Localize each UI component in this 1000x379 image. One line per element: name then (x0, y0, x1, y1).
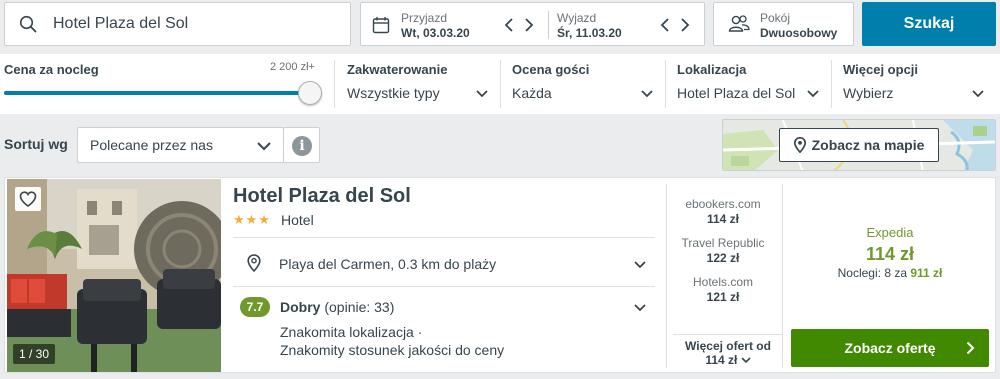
view-deal-button[interactable]: Zobacz ofertę (791, 329, 989, 367)
filter-divider (500, 60, 501, 108)
room-value: Dwuosobowy (760, 26, 838, 40)
chevron-down-icon[interactable] (634, 261, 646, 269)
date-picker[interactable]: Przyjazd Wt, 03.03.20 Wyjazd Śr, 11.03.2… (360, 2, 705, 46)
deal-price: 114 zł (706, 212, 740, 226)
rating-summary[interactable]: Dobry (opinie: 33) (280, 299, 394, 315)
chevron-down-icon (741, 357, 751, 364)
sort-value: Polecane przez nas (90, 137, 213, 153)
chevron-down-icon[interactable] (634, 304, 646, 312)
chevron-down-icon[interactable] (807, 90, 819, 98)
info-icon: i (292, 136, 312, 156)
rating-score-badge: 7.7 (240, 297, 270, 317)
nights-total: Noclegi: 8 za 911 zł (787, 266, 993, 280)
accommodation-title: Zakwaterowanie (347, 62, 448, 77)
deal-provider: ebookers.com (685, 197, 761, 211)
heart-icon (19, 191, 37, 207)
destination-input[interactable] (53, 15, 333, 33)
hotel-location[interactable]: Playa del Carmen, 0.3 km do plaży (279, 256, 496, 272)
checkout-prev-icon[interactable] (659, 17, 671, 33)
checkin-next-icon[interactable] (523, 17, 535, 33)
hotel-name[interactable]: Hotel Plaza del Sol (233, 185, 411, 208)
best-deal-provider: Expedia (866, 225, 914, 240)
rating-label: Dobry (280, 299, 321, 315)
checkout-next-icon[interactable] (679, 17, 691, 33)
sort-select[interactable]: Polecane przez nas (77, 127, 284, 163)
column-divider (666, 184, 667, 368)
deal-price: 121 zł (706, 290, 740, 304)
view-deal-label: Zobacz ofertę (844, 340, 936, 356)
more-options-value[interactable]: Wybierz (843, 85, 893, 101)
deal-provider: Travel Republic (681, 236, 765, 250)
more-offers-price: 114 zł (705, 353, 738, 367)
sort-info-button[interactable]: i (283, 127, 320, 163)
chevron-down-icon[interactable] (641, 90, 653, 98)
chevron-down-icon (257, 142, 271, 151)
column-divider (782, 184, 783, 368)
star-rating: ★★★ (233, 212, 271, 227)
destination-search[interactable] (4, 2, 351, 46)
checkout-value: Śr, 11.03.20 (557, 26, 622, 40)
accommodation-value[interactable]: Wszystkie typy (347, 85, 440, 101)
chevron-down-icon[interactable] (476, 90, 488, 98)
deal-price: 122 zł (706, 251, 740, 265)
favorite-button[interactable] (15, 187, 41, 211)
guests-icon (728, 15, 750, 32)
checkin-prev-icon[interactable] (503, 17, 515, 33)
price-filter-title: Cena za nocleg (4, 62, 99, 77)
deal-item[interactable]: Travel Republic 122 zł (668, 236, 778, 265)
checkin-field[interactable]: Przyjazd Wt, 03.03.20 (401, 11, 470, 41)
checkout-field[interactable]: Wyjazd Śr, 11.03.20 (557, 11, 622, 41)
card-divider (233, 286, 655, 287)
rating-filter-title: Ocena gości (512, 62, 590, 77)
calendar-icon (372, 17, 390, 34)
room-selector[interactable]: Pokój Dwuosobowy (713, 2, 854, 46)
card-divider (233, 237, 655, 238)
checkin-label: Przyjazd (401, 11, 448, 25)
rating-filter-value[interactable]: Każda (512, 85, 552, 101)
chevron-right-icon (966, 341, 975, 355)
photo-counter: 1 / 30 (13, 344, 56, 364)
deal-provider: Hotels.com (692, 275, 754, 289)
map-preview[interactable]: Zobacz na mapie (722, 119, 996, 171)
sort-label: Sortuj wg (4, 136, 68, 152)
search-button[interactable]: Szukaj (862, 2, 996, 46)
map-pin-icon (793, 137, 806, 153)
room-label: Pokój (760, 11, 791, 25)
feature-item: Znakomity stosunek jakości do ceny (280, 342, 505, 358)
filter-divider (665, 60, 666, 108)
checkout-label: Wyjazd (557, 11, 597, 25)
price-slider-track[interactable] (4, 91, 312, 95)
location-filter-value[interactable]: Hotel Plaza del Sol (677, 85, 795, 101)
search-icon (19, 15, 37, 33)
view-on-map-button[interactable]: Zobacz na mapie (779, 128, 939, 162)
best-deal-price[interactable]: 114 zł (787, 244, 993, 265)
filter-divider (831, 60, 832, 108)
nights-total-price: 911 zł (910, 266, 943, 280)
nights-prefix: Noclegi: 8 za (837, 266, 907, 280)
deal-item[interactable]: ebookers.com 114 zł (668, 197, 778, 226)
location-filter-title: Lokalizacja (677, 62, 747, 77)
hotel-type: Hotel (281, 212, 314, 228)
filter-divider (334, 60, 335, 108)
price-max-value: 2 200 zł+ (270, 61, 315, 73)
checkin-value: Wt, 03.03.20 (401, 26, 470, 40)
date-divider (548, 11, 549, 39)
rating-reviews: (opinie: 33) (324, 299, 395, 315)
filters-bar: Cena za nocleg 2 200 zł+ Zakwaterowanie … (0, 54, 1000, 114)
deal-item[interactable]: Hotels.com 121 zł (668, 275, 778, 304)
location-pin-icon (247, 254, 261, 272)
view-on-map-label: Zobacz na mapie (811, 137, 925, 153)
more-options-title: Więcej opcji (843, 62, 919, 77)
more-offers-label: Więcej ofert od (685, 339, 771, 353)
hotel-result-card: 1 / 30 Hotel Plaza del Sol ★★★ Hotel Pla… (4, 177, 996, 373)
more-offers-button[interactable]: Więcej ofert od 114 zł (673, 334, 783, 367)
price-slider-handle[interactable] (298, 81, 322, 105)
feature-item: Znakomita lokalizacja · (280, 324, 423, 340)
hotel-photo[interactable]: 1 / 30 (7, 179, 221, 372)
chevron-down-icon[interactable] (972, 90, 984, 98)
